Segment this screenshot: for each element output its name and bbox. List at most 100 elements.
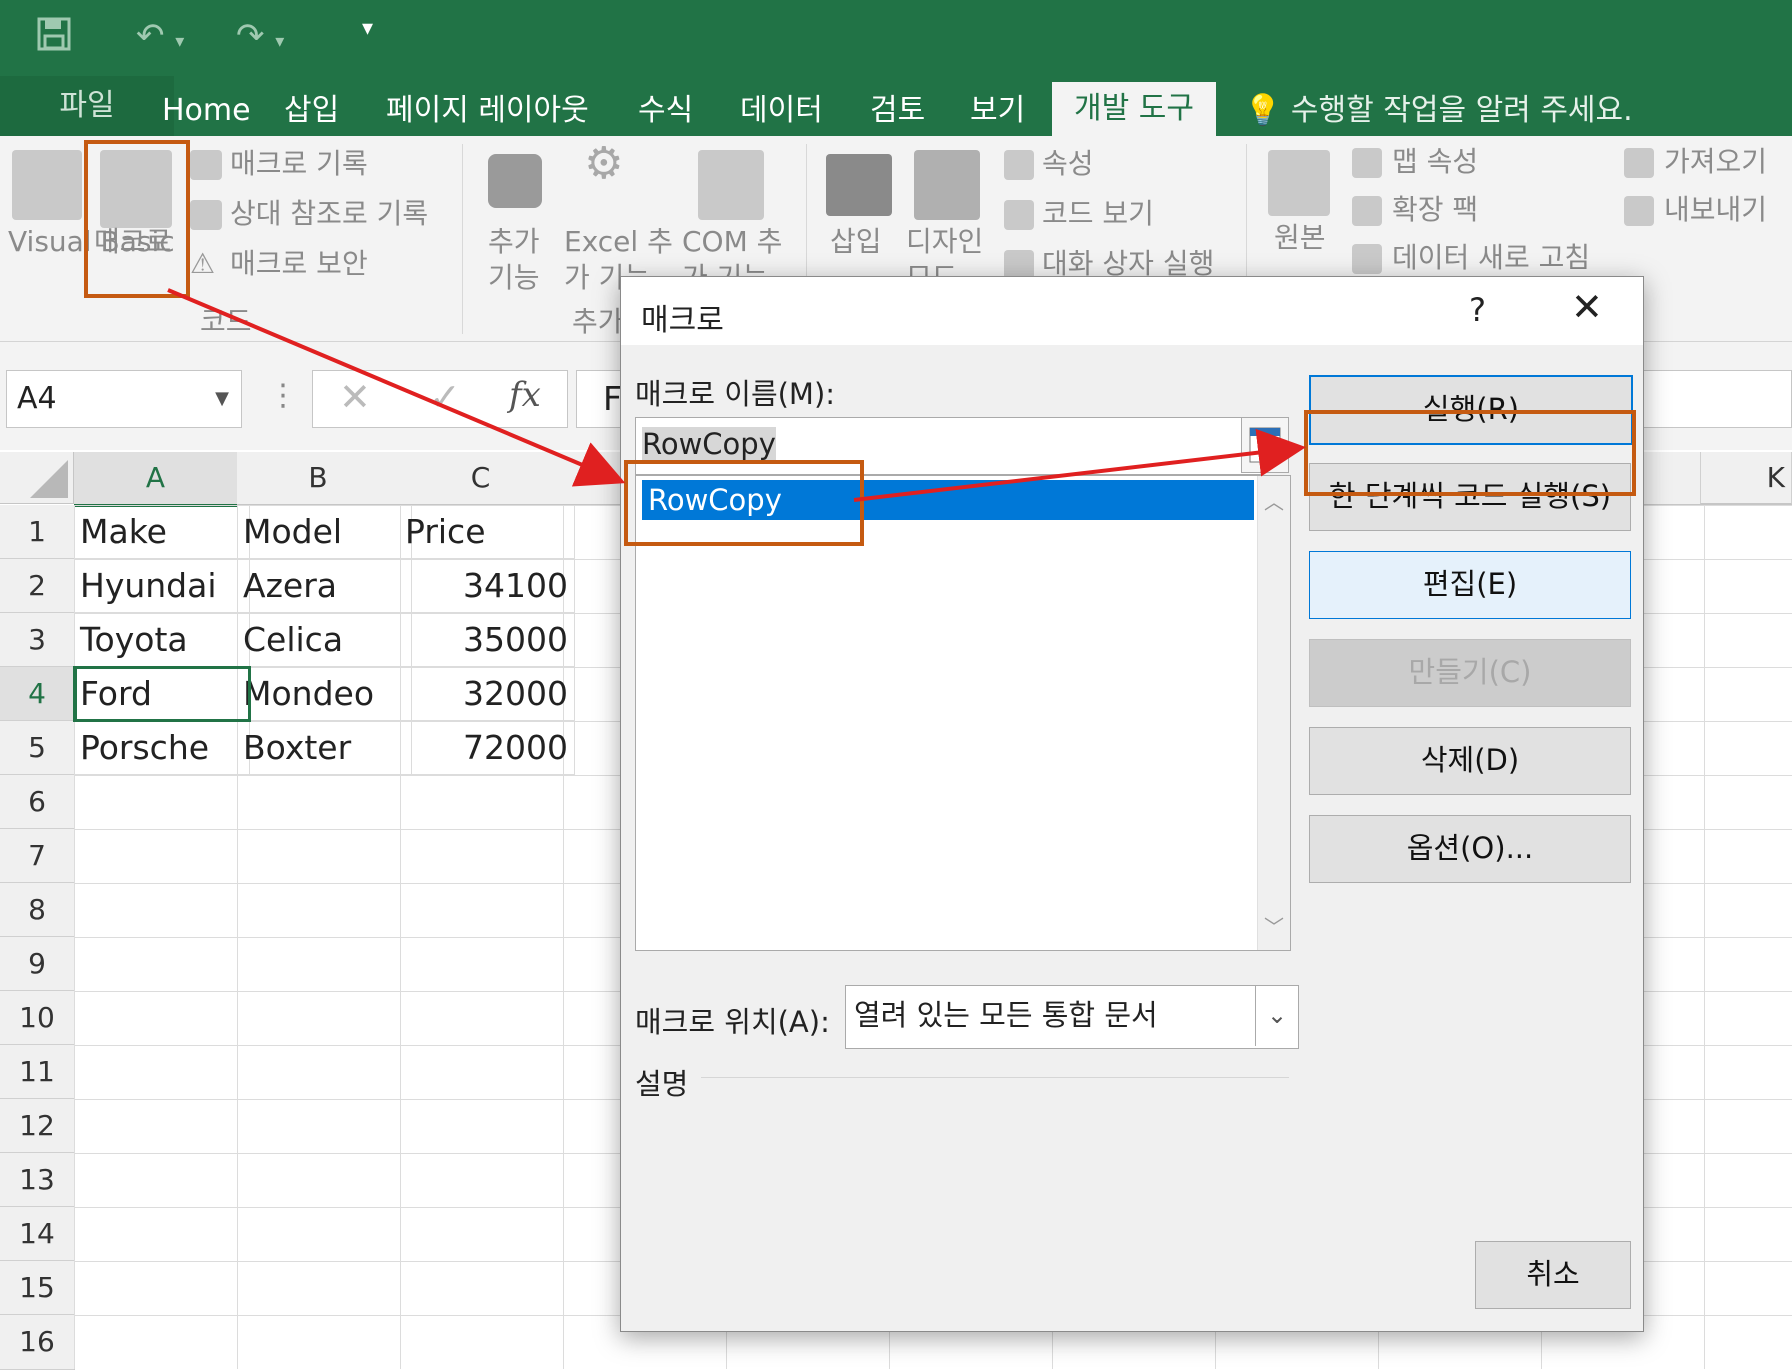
relative-ref-icon	[190, 200, 222, 230]
com-addins-icon	[698, 150, 764, 220]
cell-b2[interactable]: Azera	[237, 559, 412, 613]
refresh-data-button[interactable]: 데이터 새로 고침	[1392, 240, 1590, 276]
import-button[interactable]: 가져오기	[1664, 144, 1767, 180]
tab-data[interactable]: 데이터	[718, 86, 845, 136]
cell-a5[interactable]: Porsche	[74, 721, 250, 775]
expansion-pack-icon	[1352, 196, 1382, 226]
cell-b5[interactable]: Boxter	[237, 721, 412, 775]
collapse-dialog-button[interactable]	[1241, 417, 1289, 473]
row-header[interactable]: 1	[0, 505, 75, 559]
addins-button[interactable]: 추가 기능	[488, 224, 548, 296]
row-header[interactable]: 15	[0, 1261, 75, 1315]
chevron-down-icon[interactable]: ⌄	[1255, 986, 1298, 1046]
undo-icon[interactable]: ↶ ▾	[136, 16, 184, 56]
tab-view[interactable]: 보기	[948, 86, 1047, 136]
column-header-k[interactable]: K	[1700, 452, 1792, 504]
source-icon	[1268, 150, 1330, 216]
macro-location-select[interactable]: 열려 있는 모든 통합 문서 ⌄	[845, 985, 1299, 1049]
row-header[interactable]: 9	[0, 937, 75, 991]
dialog-titlebar	[621, 277, 1643, 345]
row-header[interactable]: 10	[0, 991, 75, 1045]
options-button[interactable]: 옵션(O)...	[1309, 815, 1631, 883]
insert-control-button[interactable]: 삽입	[830, 224, 882, 260]
row-header[interactable]: 11	[0, 1045, 75, 1099]
export-button[interactable]: 내보내기	[1664, 192, 1767, 228]
annotation-box-run-button	[1304, 410, 1636, 496]
column-header-a[interactable]: A	[74, 452, 238, 507]
cell-a1[interactable]: Make	[74, 505, 250, 559]
properties-button[interactable]: 속성	[1042, 146, 1094, 182]
row-header[interactable]: 12	[0, 1099, 75, 1153]
row-header[interactable]: 7	[0, 829, 75, 883]
cancel-icon[interactable]: ✕	[339, 375, 371, 419]
check-icon[interactable]: ✓	[429, 375, 461, 419]
export-icon	[1624, 196, 1654, 226]
annotation-box-macro-button	[84, 140, 190, 298]
tell-me-box[interactable]: 💡 수행할 작업을 알려 주세요.	[1222, 86, 1655, 136]
row-header[interactable]: 16	[0, 1315, 75, 1370]
lightbulb-icon: 💡	[1244, 93, 1282, 128]
cell-a2[interactable]: Hyundai	[74, 559, 250, 613]
cell-c1[interactable]: Price	[399, 505, 575, 559]
cell-c3[interactable]: 35000	[399, 613, 575, 667]
relative-ref-button[interactable]: 상대 참조로 기록	[230, 196, 428, 232]
tab-developer[interactable]: 개발 도구	[1052, 82, 1216, 136]
cell-b1[interactable]: Model	[237, 505, 412, 559]
properties-icon	[1004, 150, 1034, 180]
row-header[interactable]: 6	[0, 775, 75, 829]
row-header[interactable]: 8	[0, 883, 75, 937]
dialog-title: 매크로	[641, 303, 724, 338]
row-header[interactable]: 4	[0, 667, 77, 721]
group-code-label: 코드	[200, 305, 252, 338]
cell-c2[interactable]: 34100	[399, 559, 575, 613]
help-icon[interactable]: ?	[1469, 291, 1486, 329]
edit-button[interactable]: 편집(E)	[1309, 551, 1631, 619]
cell-b4[interactable]: Mondeo	[237, 667, 412, 721]
chevron-down-icon[interactable]: ▼	[215, 371, 229, 427]
cell-b3[interactable]: Celica	[237, 613, 412, 667]
cancel-button[interactable]: 취소	[1475, 1241, 1631, 1309]
redo-icon[interactable]: ↷ ▾	[236, 16, 284, 56]
create-button: 만들기(C)	[1309, 639, 1631, 707]
name-box[interactable]: A4 ▼	[6, 370, 242, 428]
select-all-corner[interactable]	[0, 452, 74, 504]
formula-buttons: ✕ ✓ fx	[312, 370, 568, 428]
column-header-c[interactable]: C	[399, 452, 563, 505]
tab-page-layout[interactable]: 페이지 레이아웃	[364, 86, 611, 136]
tab-formulas[interactable]: 수식	[616, 86, 715, 136]
record-macro-button[interactable]: 매크로 기록	[230, 146, 368, 182]
row-header[interactable]: 5	[0, 721, 75, 775]
save-icon[interactable]	[36, 16, 72, 61]
cell-c5[interactable]: 72000	[399, 721, 575, 775]
cell-c4[interactable]: 32000	[399, 667, 575, 721]
column-header-b[interactable]: B	[237, 452, 400, 505]
view-code-button[interactable]: 코드 보기	[1042, 196, 1154, 232]
tab-home[interactable]: Home	[140, 86, 273, 136]
list-scrollbar[interactable]: ︿ ﹀	[1257, 476, 1290, 950]
cell-a3[interactable]: Toyota	[74, 613, 250, 667]
close-icon[interactable]: ✕	[1571, 285, 1603, 329]
record-macro-icon	[190, 150, 222, 180]
dots-handle-icon[interactable]: ⋮	[268, 378, 298, 413]
cell-a4[interactable]: Ford	[73, 666, 251, 722]
row-header[interactable]: 2	[0, 559, 75, 613]
macro-name-label: 매크로 이름(M):	[635, 377, 836, 411]
customize-qa-icon[interactable]: ▾	[362, 16, 373, 41]
delete-button[interactable]: 삭제(D)	[1309, 727, 1631, 795]
chevron-up-icon[interactable]: ︿	[1258, 486, 1290, 515]
row-header[interactable]: 3	[0, 613, 75, 667]
macro-list[interactable]: RowCopy ︿ ﹀	[635, 475, 1291, 951]
tab-insert[interactable]: 삽입	[262, 86, 361, 136]
group-separator	[462, 144, 463, 334]
source-button[interactable]: 원본	[1274, 220, 1326, 256]
map-properties-icon	[1352, 148, 1382, 178]
row-header[interactable]: 14	[0, 1207, 75, 1261]
chevron-down-icon[interactable]: ﹀	[1258, 911, 1290, 940]
fx-icon[interactable]: fx	[509, 375, 541, 415]
macro-security-button[interactable]: 매크로 보안	[230, 246, 368, 282]
tab-review[interactable]: 검토	[848, 86, 947, 136]
map-properties-button[interactable]: 맵 속성	[1392, 144, 1478, 180]
row-header[interactable]: 13	[0, 1153, 75, 1207]
macro-location-label: 매크로 위치(A):	[635, 1005, 830, 1039]
expansion-pack-button[interactable]: 확장 팩	[1392, 192, 1478, 228]
